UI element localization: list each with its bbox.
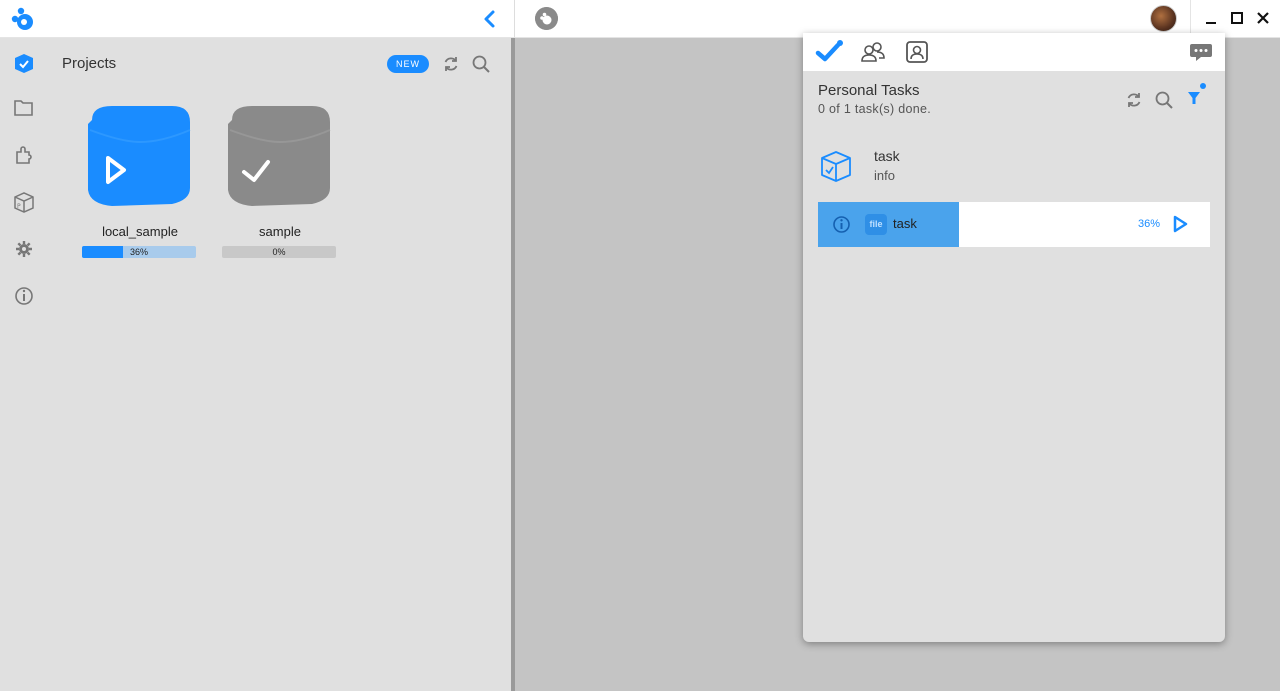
gear-icon[interactable]	[12, 237, 36, 261]
task-panel-tabs	[803, 33, 1225, 71]
task-row-name: task	[893, 216, 917, 231]
project-done-cube-icon	[228, 106, 331, 206]
home-icon[interactable]	[535, 7, 558, 30]
new-project-button[interactable]: NEW	[387, 55, 429, 73]
task-group[interactable]: task info	[818, 145, 1208, 187]
project-progress-bar: 0%	[222, 246, 336, 258]
refresh-icon[interactable]	[441, 54, 461, 74]
collapse-panel-chevron-icon[interactable]	[480, 9, 500, 29]
folder-icon[interactable]	[12, 96, 36, 120]
top-bar-left	[0, 0, 514, 38]
project-running-cube-icon	[88, 106, 191, 206]
task-group-info: info	[874, 168, 895, 183]
panel-splitter[interactable]	[511, 38, 515, 691]
close-icon[interactable]	[1255, 10, 1271, 26]
projects-cube-icon[interactable]	[12, 51, 36, 75]
panel-subtitle: 0 of 1 task(s) done.	[818, 102, 932, 116]
projects-title: Projects	[62, 55, 117, 72]
project-name: local_sample	[102, 224, 178, 239]
plugin-icon[interactable]	[12, 143, 36, 167]
project-progress-bar: 36%	[82, 246, 196, 258]
info-icon[interactable]	[832, 215, 851, 234]
task-box-icon	[821, 151, 851, 182]
minimize-icon[interactable]	[1203, 10, 1219, 26]
user-avatar[interactable]	[1150, 5, 1177, 32]
brand-logo-icon[interactable]	[10, 5, 38, 33]
panel-title: Personal Tasks	[818, 82, 920, 99]
maximize-icon[interactable]	[1229, 10, 1245, 26]
chat-icon[interactable]	[1189, 41, 1213, 63]
projects-panel: Projects NEW local_sample 36% sample 0%	[48, 38, 511, 691]
search-icon[interactable]	[1154, 90, 1174, 110]
info-icon[interactable]	[12, 284, 36, 308]
contact-icon[interactable]	[903, 39, 931, 65]
package-icon[interactable]: P	[12, 190, 36, 214]
task-row[interactable]: file task 36%	[818, 202, 1210, 247]
left-sidebar: P	[0, 38, 48, 691]
project-progress-label: 0%	[272, 247, 286, 257]
project-name: sample	[259, 224, 301, 239]
filter-icon[interactable]	[1185, 82, 1207, 108]
tasks-check-icon[interactable]	[815, 39, 843, 65]
svg-text:P: P	[17, 203, 21, 210]
search-icon[interactable]	[471, 54, 491, 74]
task-row-percent: 36%	[1138, 218, 1161, 230]
personal-tasks-panel: Personal Tasks 0 of 1 task(s) done. task…	[803, 33, 1225, 642]
file-badge: file	[865, 214, 887, 235]
team-icon[interactable]	[859, 39, 887, 65]
refresh-icon[interactable]	[1124, 90, 1144, 110]
play-icon[interactable]	[1170, 214, 1190, 234]
task-group-name: task	[874, 148, 900, 164]
project-progress-label: 36%	[129, 247, 148, 257]
